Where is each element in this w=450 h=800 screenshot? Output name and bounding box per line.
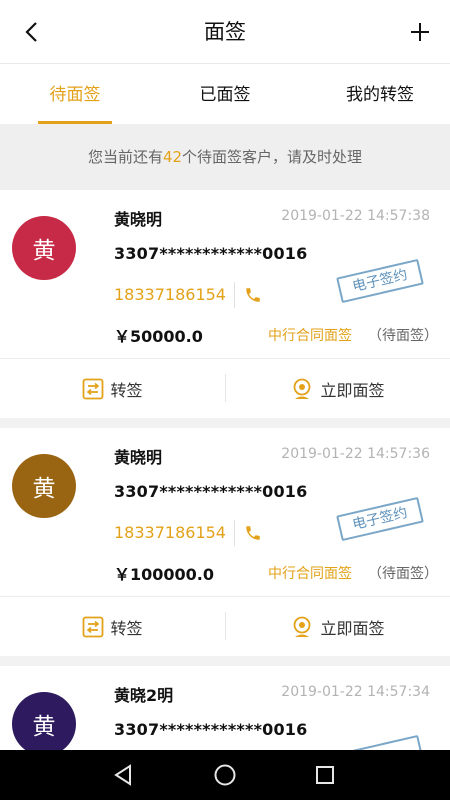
transfer-button[interactable]: 转签: [0, 597, 225, 656]
system-nav-bar: [0, 750, 450, 800]
add-button[interactable]: [402, 14, 438, 50]
client-name: 黄晓明: [114, 210, 163, 229]
transfer-button[interactable]: 转签: [0, 359, 225, 418]
system-back-button[interactable]: [110, 762, 136, 788]
notice-count: 42: [162, 148, 183, 166]
divider: [234, 282, 235, 308]
plus-icon: [411, 23, 429, 41]
id-number: 3307************0016: [114, 720, 308, 739]
transfer-icon: [83, 616, 104, 637]
page-title: 面签: [204, 20, 246, 44]
notice-suffix: 个待面签客户，请及时处理: [182, 148, 363, 166]
avatar: 黄: [12, 216, 76, 280]
tab-my-transfer-label: 我的转签: [346, 85, 414, 105]
notice-prefix: 您当前还有: [87, 148, 163, 166]
sign-now-label: 立即面签: [320, 618, 385, 638]
phone-icon[interactable]: [244, 524, 262, 542]
client-card[interactable]: 黄 黄晓明 2019-01-22 14:57:36 3307**********…: [0, 428, 450, 656]
contract-type: 中行合同面签: [268, 328, 352, 344]
system-home-button[interactable]: [212, 762, 238, 788]
sign-now-label: 立即面签: [320, 380, 385, 400]
tab-signed-label: 已面签: [199, 85, 251, 105]
client-card[interactable]: 黄 黄晓明 2019-01-22 14:57:38 3307**********…: [0, 190, 450, 418]
loan-amount: ￥50000.0: [114, 327, 203, 346]
tab-signed[interactable]: 已面签: [188, 64, 262, 124]
transfer-icon: [83, 378, 104, 399]
e-sign-stamp: [336, 734, 424, 750]
circle-home-icon: [214, 764, 236, 786]
client-name: 黄晓2明: [114, 686, 174, 705]
divider: [234, 520, 235, 546]
avatar: 黄: [12, 454, 76, 518]
client-card[interactable]: 黄 黄晓2明 2019-01-22 14:57:34 3307*********…: [0, 666, 450, 750]
created-time: 2019-01-22 14:57:34: [281, 684, 430, 700]
tab-bar: 待面签 已面签 我的转签: [0, 64, 450, 124]
tab-pending-label: 待面签: [49, 85, 101, 105]
phone-number[interactable]: 18337186154: [114, 523, 226, 542]
id-number: 3307************0016: [114, 244, 308, 263]
id-number: 3307************0016: [114, 482, 308, 501]
system-recents-button[interactable]: [312, 762, 338, 788]
sign-now-button[interactable]: 立即面签: [225, 597, 450, 656]
contract-type: 中行合同面签: [268, 566, 352, 582]
webcam-icon: [294, 616, 311, 637]
pending-notice: 您当前还有42个待面签客户，请及时处理: [0, 124, 450, 190]
e-sign-stamp: 电子签约: [336, 496, 424, 542]
transfer-label: 转签: [110, 618, 143, 638]
e-sign-stamp: 电子签约: [336, 258, 424, 304]
avatar: 黄: [12, 692, 76, 750]
header-bar: 面签: [0, 0, 450, 64]
sign-status: （待面签）: [368, 328, 438, 344]
tab-pending[interactable]: 待面签: [38, 64, 112, 124]
tab-my-transfer[interactable]: 我的转签: [330, 64, 430, 124]
created-time: 2019-01-22 14:57:38: [281, 208, 430, 224]
webcam-icon: [294, 378, 311, 399]
transfer-label: 转签: [110, 380, 143, 400]
phone-number[interactable]: 18337186154: [114, 285, 226, 304]
triangle-back-icon: [114, 764, 131, 786]
client-name: 黄晓明: [114, 448, 163, 467]
created-time: 2019-01-22 14:57:36: [281, 446, 430, 462]
sign-now-button[interactable]: 立即面签: [225, 359, 450, 418]
sign-status: （待面签）: [368, 566, 438, 582]
square-recents-icon: [316, 766, 334, 784]
loan-amount: ￥100000.0: [114, 565, 215, 584]
phone-icon[interactable]: [244, 286, 262, 304]
